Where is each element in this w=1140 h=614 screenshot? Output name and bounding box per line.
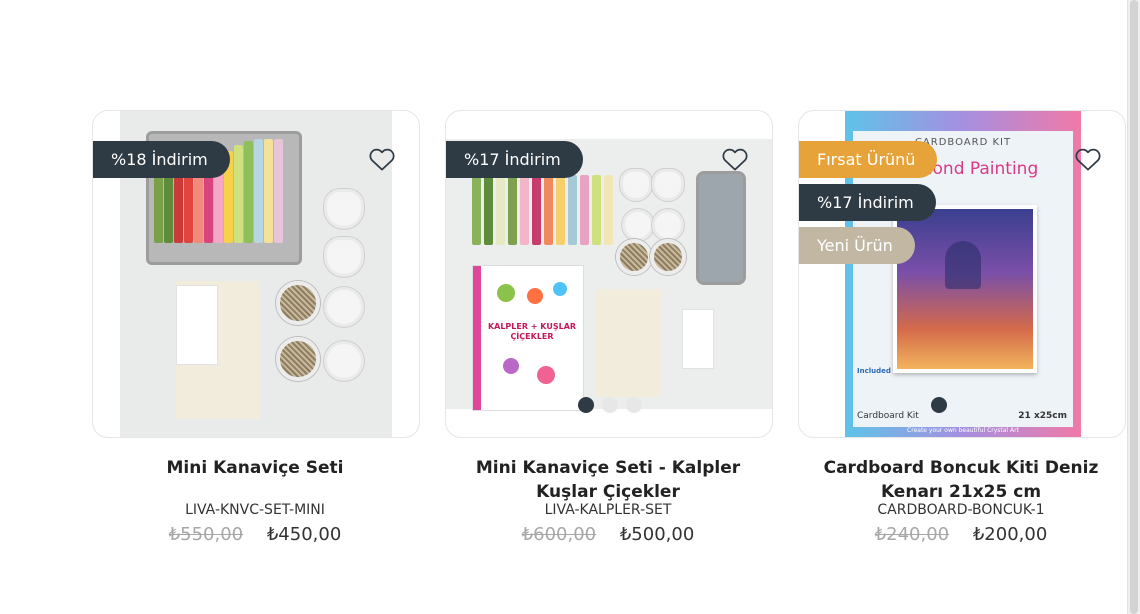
current-price: ₺200,00 <box>972 524 1048 545</box>
heart-outline-icon[interactable] <box>367 144 397 174</box>
image-slider-dots <box>578 397 642 413</box>
discount-badge: %18 İndirim <box>93 141 230 178</box>
product-image[interactable]: CARDBOARD KIT Diamond Painting Included … <box>798 110 1126 438</box>
deal-badge: Fırsat Ürünü <box>799 141 938 178</box>
book-cover: KALPLER + KUŞLAR ÇİÇEKLER <box>472 265 584 411</box>
image-slider-dots <box>931 397 947 413</box>
discount-badge: %17 İndirim <box>799 184 936 221</box>
slider-dot[interactable] <box>602 397 618 413</box>
product-title[interactable]: Cardboard Boncuk Kiti Deniz Kenarı 21x25… <box>798 456 1124 504</box>
discount-badge: %17 İndirim <box>446 141 583 178</box>
current-price: ₺450,00 <box>266 524 342 545</box>
product-image[interactable]: %18 İndirim <box>92 110 420 438</box>
price-row: ₺240,00 ₺200,00 <box>798 524 1124 545</box>
product-photo: KALPLER + KUŞLAR ÇİÇEKLER <box>446 139 772 411</box>
slider-dot[interactable] <box>626 397 642 413</box>
product-title[interactable]: Mini Kanaviçe Seti - Kalpler Kuşlar Çiçe… <box>445 456 771 504</box>
heart-outline-icon[interactable] <box>1073 144 1103 174</box>
box-tagline: Create your own beautiful Crystal Art <box>907 427 1019 434</box>
page-scrollbar[interactable] <box>1127 0 1140 614</box>
box-included: Included <box>857 367 891 375</box>
product-card[interactable]: KALPLER + KUŞLAR ÇİÇEKLER %17 İndirim Mi… <box>445 110 773 545</box>
book-title: KALPLER + KUŞLAR ÇİÇEKLER <box>487 322 577 341</box>
product-sku: LIVA-KNVC-SET-MINI <box>185 502 325 518</box>
slider-dot[interactable] <box>931 397 947 413</box>
price-row: ₺550,00 ₺450,00 <box>92 524 418 545</box>
product-card[interactable]: CARDBOARD KIT Diamond Painting Included … <box>798 110 1126 545</box>
slider-dot[interactable] <box>578 397 594 413</box>
heart-outline-icon[interactable] <box>720 144 750 174</box>
old-price: ₺600,00 <box>521 524 597 545</box>
product-title[interactable]: Mini Kanaviçe Seti <box>92 456 418 480</box>
product-sku: CARDBOARD-BONCUK-1 <box>877 502 1045 518</box>
new-product-badge: Yeni Ürün <box>799 227 915 264</box>
box-size: 21 x25cm <box>1018 411 1067 421</box>
old-price: ₺550,00 <box>168 524 244 545</box>
product-card[interactable]: %18 İndirim Mini Kanaviçe Seti LIVA-KNVC… <box>92 110 420 545</box>
scrollbar-thumb[interactable] <box>1130 0 1138 614</box>
product-image[interactable]: KALPLER + KUŞLAR ÇİÇEKLER %17 İndirim <box>445 110 773 438</box>
box-footer: Cardboard Kit <box>857 411 919 421</box>
old-price: ₺240,00 <box>874 524 950 545</box>
price-row: ₺600,00 ₺500,00 <box>445 524 771 545</box>
current-price: ₺500,00 <box>619 524 695 545</box>
product-sku: LIVA-KALPLER-SET <box>544 502 672 518</box>
